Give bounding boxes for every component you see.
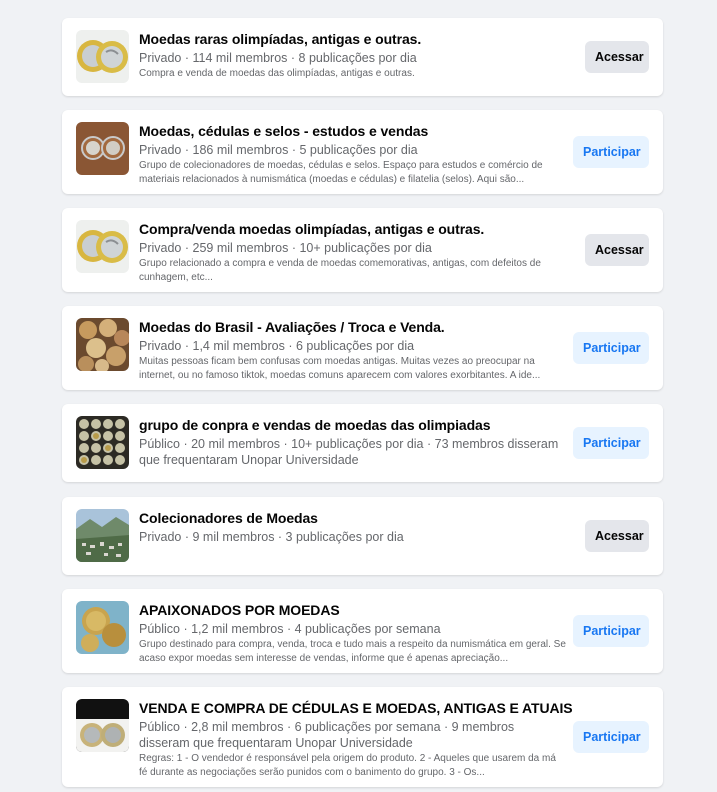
group-thumbnail[interactable] — [76, 122, 129, 175]
group-card[interactable]: grupo de conpra e vendas de moedas das o… — [62, 404, 663, 482]
access-button[interactable]: Acessar — [585, 520, 649, 552]
group-name[interactable]: Moedas do Brasil - Avaliações / Troca e … — [139, 318, 567, 336]
group-name[interactable]: Colecionadores de Moedas — [139, 509, 567, 527]
group-description: Regras: 1 - O vendedor é responsável pel… — [139, 753, 556, 778]
group-description: Grupo relacionado a compra e venda de mo… — [139, 258, 541, 283]
coin-pile-image — [76, 318, 129, 371]
olympic-coins-image — [76, 220, 129, 273]
group-meta: Privado · 9 mil membros · 3 publicações … — [139, 530, 404, 544]
group-card[interactable]: Moedas do Brasil - Avaliações / Troca e … — [62, 306, 663, 390]
group-card[interactable]: Moedas raras olimpíadas, antigas e outra… — [62, 18, 663, 96]
two-coins-dark-image — [76, 699, 129, 752]
group-card[interactable]: APAIXONADOS POR MOEDAS Público · 1,2 mil… — [62, 589, 663, 673]
city-landscape-image — [76, 509, 129, 562]
coin-collection-grid-image — [76, 416, 129, 469]
join-button[interactable]: Participar — [573, 136, 649, 168]
group-thumbnail[interactable] — [76, 699, 129, 752]
group-description: Grupo de colecionadores de moedas, cédul… — [139, 160, 543, 185]
group-thumbnail[interactable] — [76, 220, 129, 273]
group-meta: Privado · 1,4 mil membros · 6 publicaçõe… — [139, 339, 415, 353]
group-name[interactable]: Compra/venda moedas olimpíadas, antigas … — [139, 220, 567, 238]
join-button[interactable]: Participar — [573, 427, 649, 459]
group-name[interactable]: VENDA E COMPRA DE CÉDULAS E MOEDAS, ANTI… — [139, 699, 573, 717]
access-button[interactable]: Acessar — [585, 234, 649, 266]
group-name[interactable]: APAIXONADOS POR MOEDAS — [139, 601, 567, 619]
group-thumbnail[interactable] — [76, 601, 129, 654]
group-thumbnail[interactable] — [76, 30, 129, 83]
group-description: Compra e venda de moedas das olimpíadas,… — [139, 68, 415, 79]
group-results-list: Moedas raras olimpíadas, antigas e outra… — [0, 0, 717, 792]
join-button[interactable]: Participar — [573, 615, 649, 647]
group-meta: Público · 1,2 mil membros · 4 publicaçõe… — [139, 622, 441, 636]
group-thumbnail[interactable] — [76, 416, 129, 469]
group-name[interactable]: grupo de conpra e vendas de moedas das o… — [139, 416, 567, 434]
join-button[interactable]: Participar — [573, 721, 649, 753]
access-button[interactable]: Acessar — [585, 41, 649, 73]
group-meta: Privado · 114 mil membros · 8 publicaçõe… — [139, 51, 417, 65]
group-name[interactable]: Moedas, cédulas e selos - estudos e vend… — [139, 122, 567, 140]
join-button[interactable]: Participar — [573, 332, 649, 364]
gold-coins-image — [76, 601, 129, 654]
group-thumbnail[interactable] — [76, 509, 129, 562]
group-meta: Privado · 259 mil membros · 10+ publicaç… — [139, 241, 432, 255]
group-description: Grupo destinado para compra, venda, troc… — [139, 639, 566, 664]
group-card[interactable]: Colecionadores de Moedas Privado · 9 mil… — [62, 497, 663, 575]
group-card[interactable]: VENDA E COMPRA DE CÉDULAS E MOEDAS, ANTI… — [62, 687, 663, 787]
group-name[interactable]: Moedas raras olimpíadas, antigas e outra… — [139, 30, 567, 48]
coins-in-cases-image — [76, 122, 129, 175]
group-description: Muitas pessoas ficam bem confusas com mo… — [139, 356, 541, 381]
group-thumbnail[interactable] — [76, 318, 129, 371]
group-meta: Privado · 186 mil membros · 5 publicaçõe… — [139, 143, 418, 157]
group-card[interactable]: Moedas, cédulas e selos - estudos e vend… — [62, 110, 663, 194]
group-meta: Público · 2,8 mil membros · 6 publicaçõe… — [139, 720, 515, 750]
olympic-coins-image — [76, 30, 129, 83]
group-meta: Público · 20 mil membros · 10+ publicaçõ… — [139, 437, 559, 467]
group-card[interactable]: Compra/venda moedas olimpíadas, antigas … — [62, 208, 663, 292]
